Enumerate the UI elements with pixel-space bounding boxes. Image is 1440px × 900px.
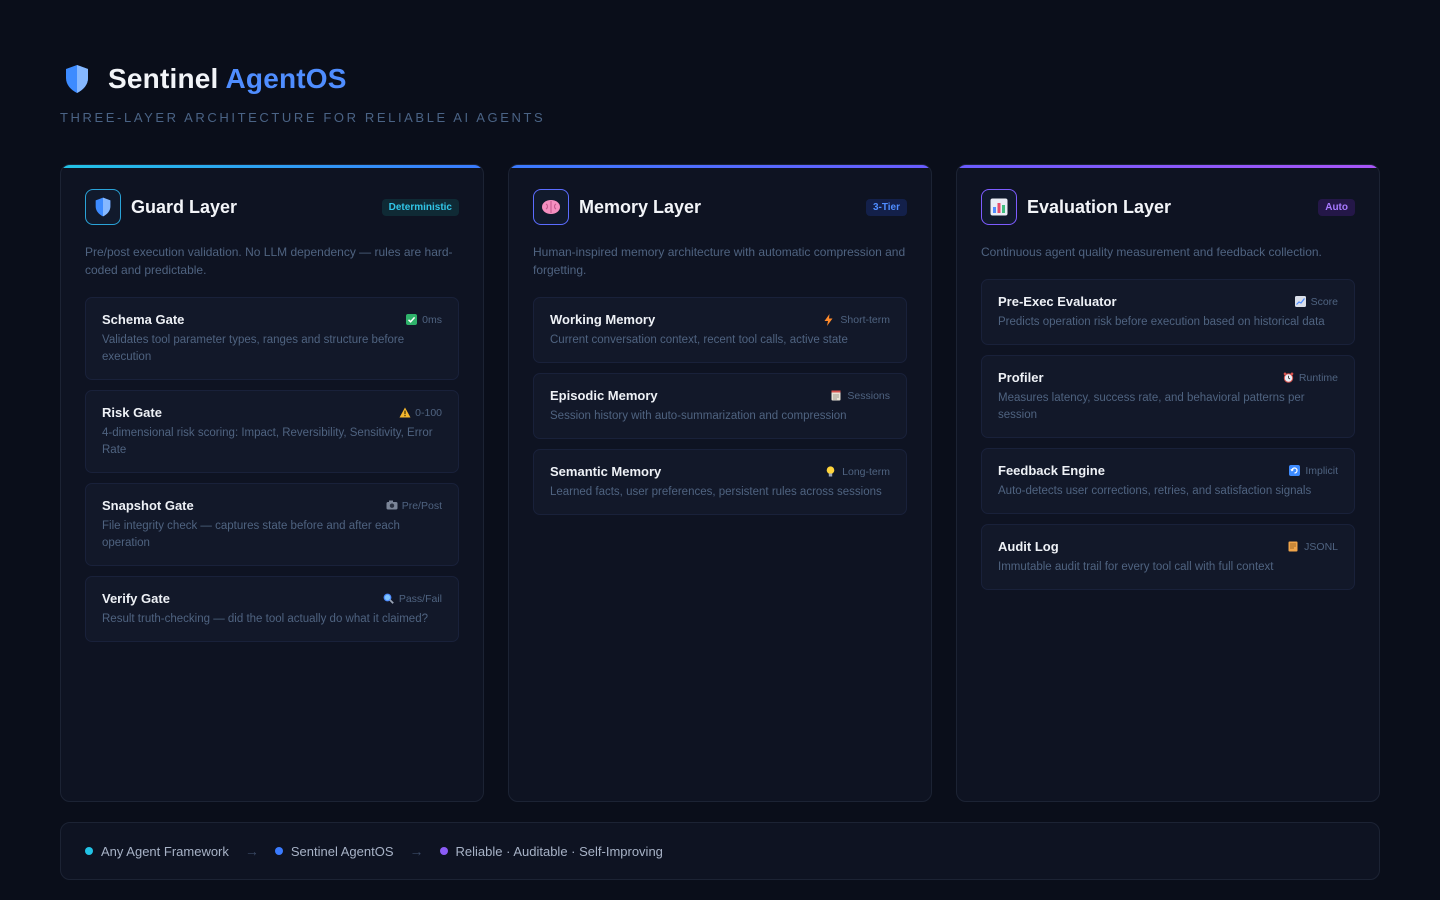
warning-icon — [399, 407, 411, 418]
title-accent: AgentOS — [225, 63, 347, 94]
item-tag: Sessions — [831, 390, 890, 402]
check-icon — [406, 314, 418, 325]
step-label: Sentinel AgentOS — [290, 843, 394, 859]
item-name: Verify Gate — [102, 591, 170, 606]
item-name: Risk Gate — [102, 405, 162, 420]
item-name: Feedback Engine — [998, 463, 1105, 478]
item-description: Measures latency, success rate, and beha… — [998, 392, 1305, 421]
item-description: Session history with auto-summarization … — [550, 410, 847, 422]
item-list: Schema Gate 0ms Validates tool parameter… — [85, 297, 459, 642]
item-tag: Implicit — [1289, 465, 1338, 477]
list-item[interactable]: Profiler Runtime Measures latency, succe… — [981, 355, 1355, 438]
card-description: Human-inspired memory architecture with … — [533, 245, 906, 277]
card-description: Continuous agent quality measurement and… — [981, 245, 1322, 259]
title-main: Sentinel — [108, 63, 219, 94]
layer-columns: Guard Layer Deterministic Pre/post execu… — [60, 164, 1380, 802]
item-description: Immutable audit trail for every tool cal… — [998, 561, 1274, 573]
step-label: Reliable · Auditable · Self-Improving — [455, 843, 663, 859]
item-name: Schema Gate — [102, 312, 185, 327]
item-description: Auto-detects user corrections, retries, … — [998, 485, 1312, 497]
item-tag: JSONL — [1288, 541, 1338, 553]
notepad-icon — [831, 390, 842, 401]
lightning-icon — [824, 314, 835, 326]
item-name: Episodic Memory — [550, 388, 658, 403]
item-description: Current conversation context, recent too… — [550, 334, 848, 346]
step-label: Any Agent Framework — [101, 843, 229, 859]
step-dot — [439, 847, 448, 855]
list-item[interactable]: Semantic Memory Long-term Learned facts,… — [533, 449, 907, 515]
magnifier-icon — [383, 593, 394, 604]
step-dot — [85, 847, 93, 855]
list-item[interactable]: Verify Gate Pass/Fail Result truth-check… — [85, 576, 459, 642]
arrow-right-icon: → — [244, 843, 259, 859]
evaluation-layer-card: Evaluation Layer Auto Continuous agent q… — [956, 164, 1380, 802]
card-title: Guard Layer — [131, 196, 238, 217]
list-item[interactable]: Risk Gate 0-100 4-dimensional risk scori… — [85, 390, 459, 473]
item-description: Result truth-checking — did the tool act… — [102, 613, 428, 625]
card-title: Evaluation Layer — [1027, 196, 1172, 217]
header: Sentinel AgentOS THREE-LAYER ARCHITECTUR… — [60, 62, 545, 125]
list-item[interactable]: Working Memory Short-term Current conver… — [533, 297, 907, 363]
list-item[interactable]: Audit Log JSONL Immutable audit trail fo… — [981, 524, 1355, 590]
item-list: Working Memory Short-term Current conver… — [533, 297, 907, 515]
alarm-clock-icon — [1283, 372, 1294, 383]
card-header: Memory Layer 3-Tier — [533, 189, 907, 225]
item-tag: 0ms — [406, 314, 442, 326]
brain-icon — [533, 189, 569, 225]
bar-chart-icon — [981, 189, 1017, 225]
item-tag: Runtime — [1283, 372, 1338, 384]
card-title: Memory Layer — [579, 196, 702, 217]
card-header: Evaluation Layer Auto — [981, 189, 1355, 225]
item-description: File integrity check — captures state be… — [102, 520, 400, 549]
item-name: Pre-Exec Evaluator — [998, 294, 1117, 309]
list-item[interactable]: Schema Gate 0ms Validates tool parameter… — [85, 297, 459, 380]
camera-icon — [386, 500, 398, 511]
item-description: Predicts operation risk before execution… — [998, 316, 1325, 328]
chart-icon — [1294, 296, 1306, 307]
arrow-right-icon: → — [409, 843, 424, 859]
item-name: Profiler — [998, 370, 1044, 385]
scroll-icon — [1288, 541, 1299, 552]
item-tag: Short-term — [824, 314, 890, 326]
title-row: Sentinel AgentOS — [60, 62, 545, 96]
memory-layer-card: Memory Layer 3-Tier Human-inspired memor… — [508, 164, 932, 802]
item-description: Validates tool parameter types, ranges a… — [102, 334, 405, 363]
page-title: Sentinel AgentOS — [108, 63, 347, 95]
shield-icon — [60, 62, 94, 96]
item-tag: 0-100 — [399, 407, 442, 419]
item-name: Snapshot Gate — [102, 498, 194, 513]
item-name: Audit Log — [998, 539, 1059, 554]
list-item[interactable]: Snapshot Gate Pre/Post File integrity ch… — [85, 483, 459, 566]
item-tag: Long-term — [826, 466, 890, 478]
status-badge: 3-Tier — [865, 198, 907, 216]
item-tag: Pre/Post — [386, 500, 442, 512]
item-name: Working Memory — [550, 312, 656, 327]
item-name: Semantic Memory — [550, 464, 662, 479]
bulb-icon — [826, 466, 837, 477]
item-list: Pre-Exec Evaluator Score Predicts operat… — [981, 279, 1355, 590]
item-tag: Score — [1294, 296, 1338, 308]
list-item[interactable]: Feedback Engine Implicit Auto-detects us… — [981, 448, 1355, 514]
status-badge: Auto — [1318, 198, 1355, 216]
item-tag: Pass/Fail — [383, 593, 442, 605]
shield-icon — [85, 189, 121, 225]
list-item[interactable]: Episodic Memory Sessions Session history… — [533, 373, 907, 439]
status-badge: Deterministic — [381, 198, 459, 216]
pipeline-footer: Any Agent Framework → Sentinel AgentOS →… — [60, 822, 1380, 880]
page-subtitle: THREE-LAYER ARCHITECTURE FOR RELIABLE AI… — [60, 110, 546, 125]
card-description: Pre/post execution validation. No LLM de… — [85, 245, 453, 277]
pipeline-flow: Any Agent Framework → Sentinel AgentOS →… — [85, 843, 663, 859]
list-item[interactable]: Pre-Exec Evaluator Score Predicts operat… — [981, 279, 1355, 345]
guard-layer-card: Guard Layer Deterministic Pre/post execu… — [60, 164, 484, 802]
item-description: 4-dimensional risk scoring: Impact, Reve… — [102, 427, 433, 456]
refresh-icon — [1289, 465, 1301, 476]
card-header: Guard Layer Deterministic — [85, 189, 459, 225]
step-dot — [274, 847, 283, 855]
item-description: Learned facts, user preferences, persist… — [550, 486, 882, 498]
